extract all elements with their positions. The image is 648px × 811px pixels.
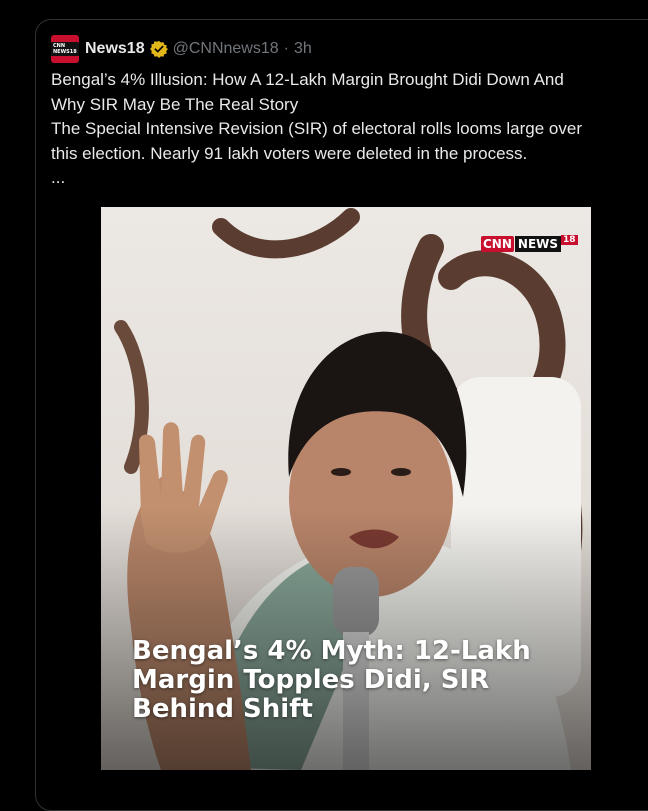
show-more-ellipsis[interactable]: ... bbox=[51, 166, 636, 191]
separator-dot: · bbox=[283, 40, 289, 57]
watermark-news: NEWS bbox=[514, 236, 562, 252]
media-headline-line: Behind Shift bbox=[132, 694, 313, 724]
tweet-text-line: Why SIR May Be The Real Story bbox=[51, 94, 299, 114]
avatar-logo-text: CNN NEWS18 bbox=[51, 42, 79, 56]
author-handle[interactable]: @CNNnews18 bbox=[173, 40, 279, 58]
author-avatar[interactable]: CNN NEWS18 bbox=[51, 35, 79, 63]
post-time[interactable]: 3h bbox=[294, 40, 312, 58]
tweet-text-line: this election. Nearly 91 lakh voters wer… bbox=[51, 143, 528, 163]
tweet-media-image[interactable]: CNN NEWS 18 Bengal’s 4% Myth: 12-Lakh Ma… bbox=[101, 207, 591, 770]
watermark-18: 18 bbox=[561, 235, 578, 245]
watermark-cnn: CNN bbox=[481, 236, 514, 252]
tweet-header: News18 @CNNnews18 · 3h bbox=[85, 38, 312, 60]
author-name[interactable]: News18 bbox=[85, 40, 145, 58]
media-headline-line: Margin Topples Didi, SIR bbox=[132, 665, 490, 695]
tweet-text-line: Bengal’s 4% Illusion: How A 12-Lakh Marg… bbox=[51, 70, 564, 89]
cnn-news18-watermark: CNN NEWS 18 bbox=[481, 235, 578, 253]
media-headline: Bengal’s 4% Myth: 12-Lakh Margin Topples… bbox=[132, 637, 572, 724]
media-headline-line: Bengal’s 4% Myth: 12-Lakh bbox=[132, 636, 531, 666]
tweet-text-line: The Special Intensive Revision (SIR) of … bbox=[51, 119, 583, 138]
tweet-text: Bengal’s 4% Illusion: How A 12-Lakh Marg… bbox=[51, 68, 636, 191]
verified-badge-icon bbox=[149, 40, 168, 58]
